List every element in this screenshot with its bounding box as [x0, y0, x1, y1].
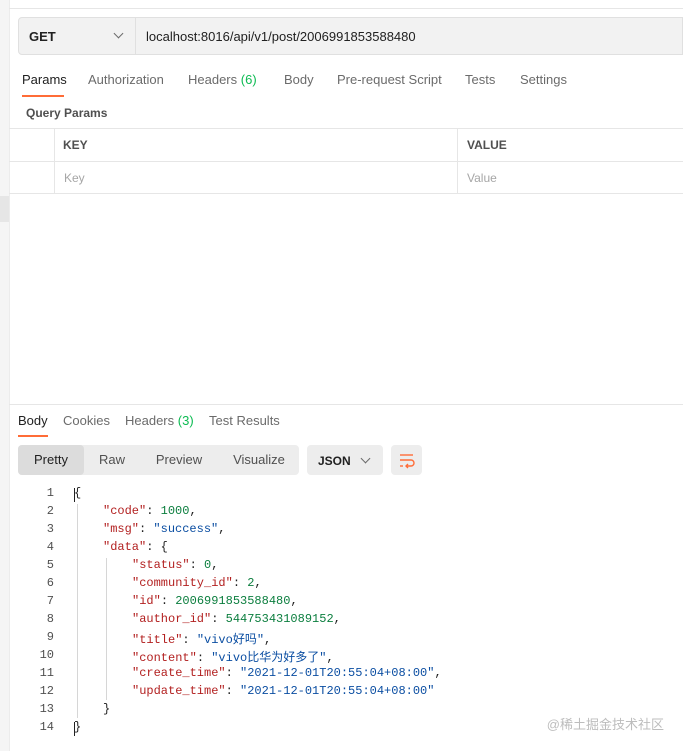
line-number: 5: [46, 558, 54, 572]
request-url-bar: GET: [18, 17, 683, 55]
tab-count: (6): [240, 72, 257, 87]
tab-label: Params: [22, 72, 67, 87]
query-params-table: KEY VALUE Key Value: [9, 128, 683, 194]
line-number: 4: [46, 540, 54, 554]
tab-body[interactable]: Body: [284, 72, 314, 87]
wrap-lines-button[interactable]: [391, 445, 422, 475]
tab-label: Authorization: [88, 72, 164, 87]
response-tab-headers[interactable]: Headers (3): [125, 413, 194, 428]
tab-count: (3): [177, 413, 194, 428]
response-tab-cookies[interactable]: Cookies: [63, 413, 110, 428]
view-mode-selector: Pretty Raw Preview Visualize: [18, 445, 299, 475]
tab-pre-request-script[interactable]: Pre-request Script: [337, 72, 442, 87]
key-input[interactable]: Key: [64, 171, 85, 185]
left-sidebar-selection: [0, 196, 9, 222]
tab-label: Headers: [125, 413, 175, 428]
table-divider: [457, 128, 458, 194]
tab-label: Settings: [520, 72, 567, 87]
line-number: 1: [46, 486, 54, 500]
method-select[interactable]: GET: [19, 18, 136, 54]
code-line: "community_id": 2,: [132, 576, 262, 590]
table-border: [9, 128, 683, 129]
url-input[interactable]: [136, 18, 683, 54]
code-line: "title": "vivo好吗",: [132, 633, 272, 647]
code-line: "code": 1000,: [103, 504, 197, 518]
line-number: 6: [46, 576, 54, 590]
top-divider: [9, 8, 683, 9]
indent-guide: [77, 504, 78, 718]
indent-guide: [106, 558, 107, 700]
code-line: }: [103, 702, 111, 716]
format-select[interactable]: JSON: [307, 445, 383, 475]
view-mode-raw[interactable]: Raw: [90, 445, 134, 475]
code-line: {: [74, 486, 82, 500]
code-line: }: [74, 720, 82, 734]
code-line: "content": "vivo比华为好多了",: [132, 651, 334, 665]
tab-tests[interactable]: Tests: [465, 72, 495, 87]
tab-authorization[interactable]: Authorization: [88, 72, 164, 87]
tab-label: Body: [18, 413, 48, 428]
chevron-down-icon: [113, 28, 124, 39]
tab-params[interactable]: Params: [22, 72, 67, 87]
tab-label: Body: [284, 72, 314, 87]
code-line: "id": 2006991853588480,: [132, 594, 298, 608]
code-line: "create_time": "2021-12-01T20:55:04+08:0…: [132, 666, 442, 680]
line-number: 7: [46, 594, 54, 608]
code-line: "author_id": 544753431089152,: [132, 612, 341, 626]
line-number: 14: [39, 720, 54, 734]
format-label: JSON: [318, 454, 351, 468]
table-border: [9, 193, 683, 194]
wrap-lines-icon: [400, 454, 415, 469]
tab-label: Headers: [188, 72, 238, 87]
response-tab-test-results[interactable]: Test Results: [209, 413, 280, 428]
tab-label: Pre-request Script: [337, 72, 442, 87]
query-params-title: Query Params: [26, 106, 108, 120]
line-number: 9: [46, 630, 54, 644]
code-line: "update_time": "2021-12-01T20:55:04+08:0…: [132, 684, 435, 698]
tab-headers[interactable]: Headers (6): [188, 72, 257, 87]
line-number: 8: [46, 612, 54, 626]
tab-label: Cookies: [63, 413, 110, 428]
column-header-value: VALUE: [467, 138, 507, 152]
view-mode-preview[interactable]: Preview: [146, 445, 212, 475]
method-label: GET: [29, 29, 56, 44]
line-number: 3: [46, 522, 54, 536]
view-mode-visualize[interactable]: Visualize: [222, 445, 296, 475]
value-input[interactable]: Value: [467, 171, 497, 185]
line-number: 11: [39, 666, 54, 680]
active-response-tab-indicator: [18, 435, 48, 437]
active-tab-indicator: [22, 95, 64, 97]
line-number: 10: [39, 648, 54, 662]
chevron-down-icon: [360, 453, 371, 464]
view-mode-pretty[interactable]: Pretty: [18, 445, 84, 475]
tab-label: Tests: [465, 72, 496, 87]
code-line: "msg": "success",: [103, 522, 226, 536]
line-number: 12: [39, 684, 54, 698]
line-number: 13: [39, 702, 54, 716]
response-tab-body[interactable]: Body: [18, 413, 48, 428]
line-number: 2: [46, 504, 54, 518]
code-line: "status": 0,: [132, 558, 219, 572]
tab-settings[interactable]: Settings: [520, 72, 567, 87]
response-divider: [9, 404, 683, 405]
column-header-key: KEY: [63, 138, 88, 152]
watermark: @稀土掘金技术社区: [546, 717, 664, 732]
tab-label: Test Results: [209, 413, 280, 428]
code-line: "data": {: [103, 540, 168, 554]
left-sidebar: [0, 0, 10, 751]
table-border: [9, 161, 683, 162]
table-divider: [54, 128, 55, 194]
